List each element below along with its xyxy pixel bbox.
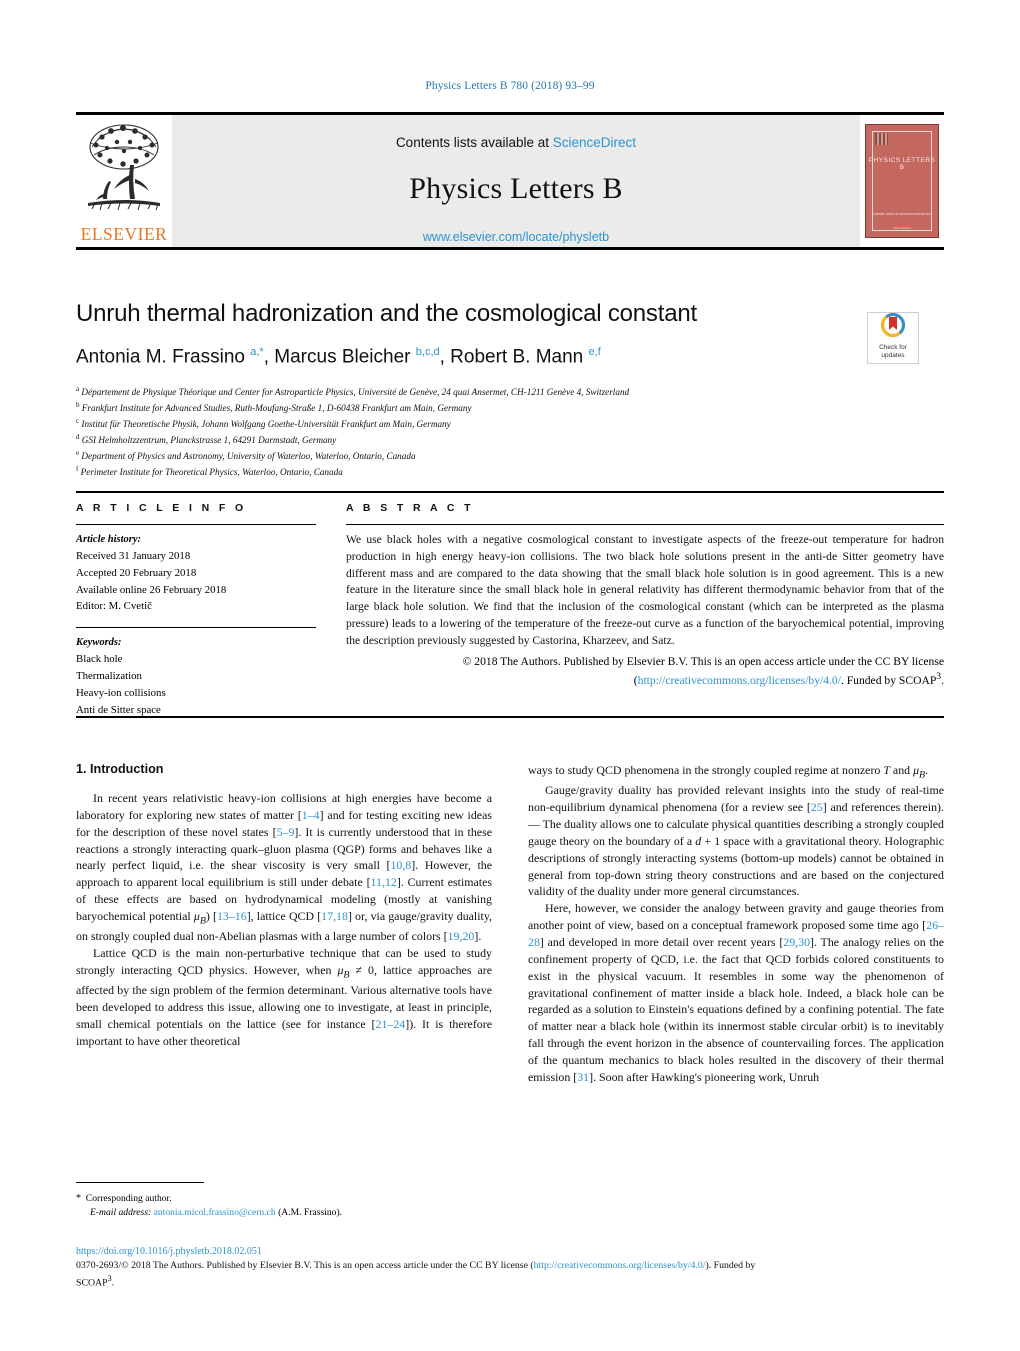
email-link[interactable]: antonia.micol.frassino@cern.ch	[154, 1207, 276, 1218]
affiliation-item: e Department of Physics and Astronomy, U…	[76, 448, 944, 464]
body-right-column: ways to study QCD phenomena in the stron…	[528, 762, 944, 1086]
masthead-center: Contents lists available at ScienceDirec…	[172, 115, 860, 247]
paragraph: ways to study QCD phenomena in the stron…	[528, 763, 929, 781]
article-info-column: A R T I C L E I N F O Article history: R…	[76, 502, 316, 718]
paragraph: In recent years relativistic heavy-ion c…	[76, 791, 493, 944]
journal-title: Physics Letters B	[409, 172, 623, 205]
cover-title: PHYSICS LETTERS B	[868, 157, 936, 171]
abstract-column: A B S T R A C T We use black holes with …	[346, 502, 944, 690]
corresponding-text: Corresponding author.	[85, 1193, 172, 1204]
body-left-column: 1. Introduction In recent years relativi…	[76, 762, 492, 1086]
affiliation-text: Département de Physique Théorique and Ce…	[81, 387, 630, 398]
keywords-label: Keywords:	[76, 637, 122, 649]
crossmark-icon	[880, 312, 906, 338]
keywords-rule	[76, 627, 316, 629]
abstract-text: We use black holes with a negative cosmo…	[346, 533, 944, 647]
crossmark-badge[interactable]: Check for updates	[867, 312, 919, 364]
journal-masthead: ELSEVIER Contents lists available at Sci…	[76, 112, 944, 250]
journal-url-link[interactable]: www.elsevier.com/locate/physletb	[172, 230, 860, 244]
article-body: 1. Introduction In recent years relativi…	[76, 762, 944, 1086]
footer-copyright-pre: 0370-2693/© 2018 The Authors. Published …	[76, 1260, 534, 1271]
sciencedirect-link[interactable]: ScienceDirect	[553, 135, 636, 150]
email-suffix: (A.M. Frassino).	[278, 1207, 343, 1219]
email-label: E-mail address:	[90, 1207, 152, 1219]
elsevier-tree-icon	[88, 124, 160, 211]
article-history-item: Received 31 January 2018	[76, 550, 191, 563]
affiliation-mark: b	[76, 401, 80, 410]
cover-foot-line2: ScienceDirect	[892, 226, 912, 230]
affiliation-item: d GSI Helmholtzzentrum, Planckstrasse 1,…	[76, 432, 944, 448]
journal-cover-thumbnail: PHYSICS LETTERS B Available online at ww…	[860, 115, 944, 247]
crossmark-label-line2: updates	[881, 352, 905, 360]
article-info-rule	[76, 524, 316, 525]
info-bottom-rule	[76, 716, 944, 718]
affiliation-text: Institut für Theoretische Physik, Johann…	[81, 419, 451, 430]
cover-foot-line1: Available online at www.sciencedirect.co…	[872, 212, 932, 217]
affiliation-list: a Département de Physique Théorique and …	[76, 384, 944, 480]
footer-license-link[interactable]: http://creativecommons.org/licenses/by/4…	[534, 1260, 706, 1271]
paragraph: Here, however, we consider the analogy b…	[528, 901, 944, 1084]
affiliation-text: GSI Helmholtzzentrum, Planckstrasse 1, 6…	[81, 435, 337, 446]
crossmark-label-line1: Check for	[879, 344, 907, 351]
footer-period: .	[111, 1277, 115, 1289]
contents-prefix: Contents lists available at	[395, 135, 553, 150]
paper-page: Physics Letters B 780 (2018) 93–99 ELSEV…	[0, 0, 1020, 1351]
footer-copyright-post: ). Funded by	[705, 1260, 756, 1271]
paragraph: Lattice QCD is the main non-perturbative…	[76, 946, 492, 1048]
paragraph: Gauge/gravity duality has provided relev…	[528, 783, 944, 899]
affiliation-mark: d	[76, 433, 80, 442]
affiliation-mark: f	[76, 465, 79, 474]
elsevier-logo: ELSEVIER	[76, 115, 172, 247]
copyright-funded: . Funded by SCOAP	[840, 674, 937, 688]
section-heading-introduction: 1. Introduction	[76, 762, 164, 776]
page-footer: https://doi.org/10.1016/j.physletb.2018.…	[76, 1246, 944, 1290]
page-title: Unruh thermal hadronization and the cosm…	[76, 300, 697, 327]
copyright-period: .	[941, 674, 944, 688]
contents-available-line: Contents lists available at ScienceDirec…	[172, 115, 860, 150]
affiliation-item: b Frankfurt Institute for Advanced Studi…	[76, 400, 944, 416]
keyword-item: Heavy-ion collisions	[76, 686, 166, 699]
footer-copyright: 0370-2693/© 2018 The Authors. Published …	[76, 1259, 944, 1290]
abstract-heading: A B S T R A C T	[346, 502, 474, 514]
article-editor: Editor: M. Cvetič	[76, 600, 152, 613]
affiliation-item: c Institut für Theoretische Physik, Joha…	[76, 416, 944, 432]
keyword-item: Thermalization	[76, 670, 142, 683]
corresponding-author-note: * Corresponding author.	[76, 1191, 492, 1206]
copyright-text: © 2018 The Authors. Published by Elsevie…	[462, 654, 944, 668]
corresponding-mark: *	[76, 1193, 81, 1204]
article-history-item: Available online 26 February 2018	[76, 583, 227, 596]
article-header: Unruh thermal hadronization and the cosm…	[76, 300, 944, 480]
footnote-block: * Corresponding author. E-mail address: …	[76, 1182, 492, 1221]
article-history-item: Accepted 20 February 2018	[76, 567, 197, 579]
elsevier-wordmark: ELSEVIER	[80, 224, 168, 244]
cc-license-link[interactable]: http://creativecommons.org/licenses/by/4…	[638, 674, 841, 687]
affiliation-mark: a	[76, 385, 80, 394]
article-history-label: Article history:	[76, 534, 142, 545]
email-note: E-mail address: antonia.micol.frassino@c…	[76, 1206, 492, 1220]
affiliation-item: f Perimeter Institute for Theoretical Ph…	[76, 464, 944, 480]
keyword-item: Black hole	[76, 653, 123, 666]
author-list: Antonia M. Frassino a,*, Marcus Bleicher…	[76, 346, 601, 368]
affiliation-text: Perimeter Institute for Theoretical Phys…	[80, 467, 343, 478]
article-info-heading: A R T I C L E I N F O	[76, 502, 247, 514]
running-head: Physics Letters B 780 (2018) 93–99	[425, 80, 595, 92]
affiliation-mark: c	[76, 417, 80, 426]
abstract-rule	[346, 524, 944, 525]
doi-link[interactable]: https://doi.org/10.1016/j.physletb.2018.…	[76, 1246, 944, 1257]
affiliation-item: a Département de Physique Théorique and …	[76, 384, 944, 400]
footer-scoap: SCOAP	[76, 1277, 108, 1289]
cover-badge-icon	[875, 133, 888, 145]
info-top-rule	[76, 491, 944, 493]
masthead-bottom-rule	[76, 247, 944, 250]
affiliation-text: Department of Physics and Astronomy, Uni…	[81, 451, 416, 462]
footnote-rule	[76, 1182, 204, 1183]
affiliation-text: Frankfurt Institute for Advanced Studies…	[81, 403, 472, 414]
abstract-copyright: © 2018 The Authors. Published by Elsevie…	[462, 654, 944, 688]
affiliation-mark: e	[76, 449, 80, 458]
